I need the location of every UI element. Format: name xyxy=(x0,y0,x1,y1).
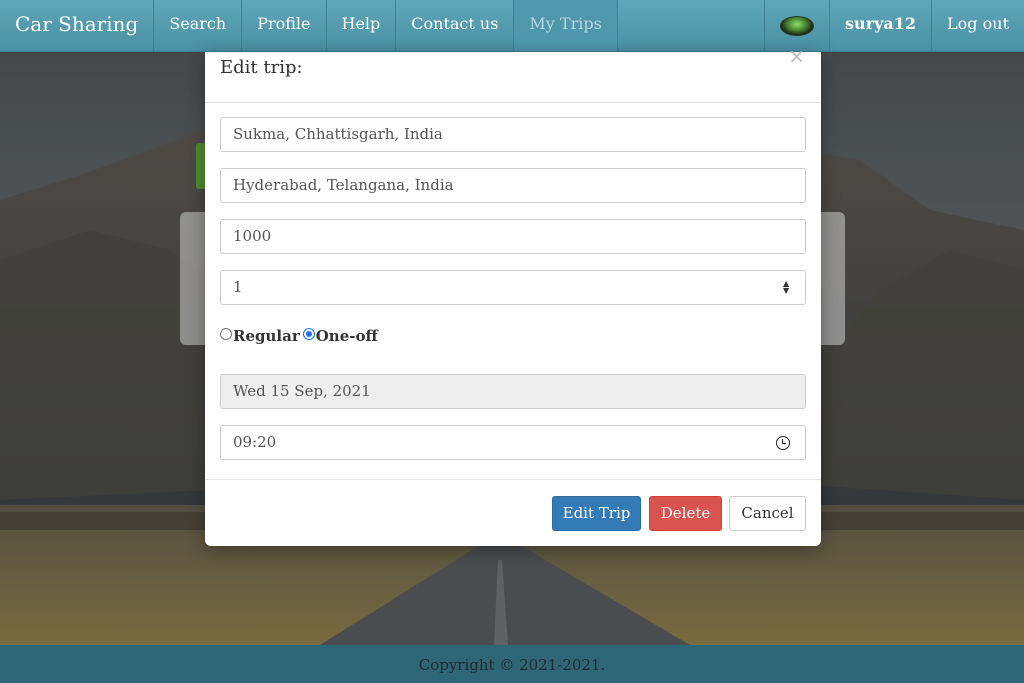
one-off-radio[interactable] xyxy=(302,328,315,340)
edit-trip-modal: Edit trip: × Sukma, Chhattisgarh, India … xyxy=(205,44,821,546)
page-footer: Copyright © 2021-2021. xyxy=(0,645,1024,683)
date-input[interactable]: Wed 15 Sep, 2021 xyxy=(220,374,806,409)
logout-link[interactable]: Log out xyxy=(932,0,1024,51)
time-value: 09:20 xyxy=(233,433,277,451)
clock-icon[interactable] xyxy=(776,436,790,450)
nav-item-search[interactable]: Search xyxy=(154,0,243,51)
departure-input[interactable]: Sukma, Chhattisgarh, India xyxy=(220,117,806,152)
brand-title[interactable]: Car Sharing xyxy=(0,0,155,51)
regular-label[interactable]: Regular xyxy=(233,327,300,345)
nav-item-my-trips[interactable]: My Trips xyxy=(514,0,618,51)
one-off-label[interactable]: One-off xyxy=(316,327,378,345)
close-icon[interactable]: × xyxy=(788,44,805,68)
delete-button[interactable]: Delete xyxy=(649,496,722,531)
modal-header: Edit trip: × xyxy=(205,44,821,103)
seats-input[interactable]: 1 ▲ ▼ xyxy=(220,270,806,305)
edit-trip-button[interactable]: Edit Trip xyxy=(552,496,641,531)
nav-item-profile[interactable]: Profile xyxy=(242,0,327,51)
spinner-arrows-icon[interactable]: ▲ ▼ xyxy=(783,280,791,295)
destination-input[interactable]: Hyderabad, Telangana, India xyxy=(220,168,806,203)
user-avatar xyxy=(780,15,815,36)
top-navbar: Car Sharing Search Profile Help Contact … xyxy=(0,0,1024,52)
time-input[interactable]: 09:20 xyxy=(220,425,806,460)
modal-body: Sukma, Chhattisgarh, India Hyderabad, Te… xyxy=(205,103,821,460)
modal-footer: Edit Trip Delete Cancel xyxy=(205,479,821,546)
frequency-radio-group: Regular One-off xyxy=(220,316,806,356)
price-input[interactable]: 1000 xyxy=(220,219,806,254)
nav-item-contact-us[interactable]: Contact us xyxy=(396,0,515,51)
copyright-text: Copyright © 2021-2021. xyxy=(418,656,606,674)
username-link[interactable]: surya12 xyxy=(830,0,933,51)
modal-title: Edit trip: xyxy=(220,57,303,78)
seats-value: 1 xyxy=(233,278,243,296)
regular-radio[interactable] xyxy=(220,328,232,340)
cancel-button[interactable]: Cancel xyxy=(729,496,806,531)
nav-item-help[interactable]: Help xyxy=(327,0,397,51)
